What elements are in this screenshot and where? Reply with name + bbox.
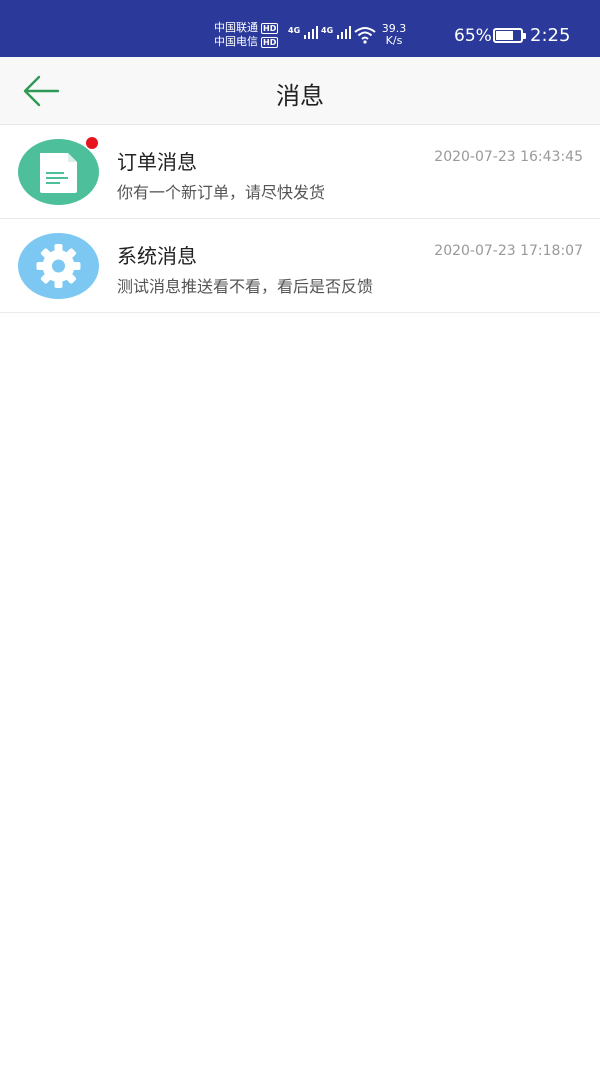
- unread-dot: [85, 136, 99, 150]
- nav-bar: 消息: [0, 57, 600, 125]
- signal-2-icon: 4G: [321, 26, 352, 39]
- message-time: 2020-07-23 17:18:07: [434, 243, 583, 259]
- document-icon: [40, 153, 77, 193]
- carrier-1-label: 中国联通: [214, 21, 258, 34]
- battery-percent: 65%: [454, 26, 492, 46]
- wifi-icon: [354, 27, 376, 44]
- message-list: 订单消息 2020-07-23 16:43:45 你有一个新订单，请尽快发货 系…: [0, 125, 600, 313]
- message-title: 订单消息: [117, 150, 197, 174]
- order-avatar: [18, 139, 99, 205]
- carrier-2-label: 中国电信: [214, 35, 258, 48]
- network-speed: 39.3 K/s: [380, 23, 408, 47]
- page-title: 消息: [276, 82, 324, 110]
- network-1-label: 4G: [288, 26, 301, 35]
- message-title: 系统消息: [117, 244, 197, 268]
- message-preview: 你有一个新订单，请尽快发货: [117, 183, 326, 202]
- system-avatar: [18, 233, 99, 299]
- hd-badge: HD: [261, 22, 279, 34]
- network-2-label: 4G: [321, 26, 334, 35]
- signal-1-icon: 4G: [288, 26, 319, 39]
- message-preview: 测试消息推送看不看，看后是否反馈: [117, 277, 374, 296]
- status-bar: 中国联通 HD 中国电信 HD 4G 4G 39.3 K/s 65% 2:25: [0, 0, 600, 57]
- status-time: 2:25: [530, 25, 571, 46]
- carrier-info: 中国联通 HD 中国电信 HD: [214, 21, 279, 49]
- battery-fill: [496, 31, 513, 40]
- message-item-system[interactable]: 系统消息 2020-07-23 17:18:07 测试消息推送看不看，看后是否反…: [0, 219, 600, 313]
- battery-icon: [493, 28, 526, 43]
- speed-unit: K/s: [385, 34, 403, 47]
- gear-icon: [36, 244, 81, 288]
- hd-badge: HD: [261, 36, 279, 48]
- message-time: 2020-07-23 16:43:45: [434, 149, 583, 165]
- message-item-order[interactable]: 订单消息 2020-07-23 16:43:45 你有一个新订单，请尽快发货: [0, 125, 600, 219]
